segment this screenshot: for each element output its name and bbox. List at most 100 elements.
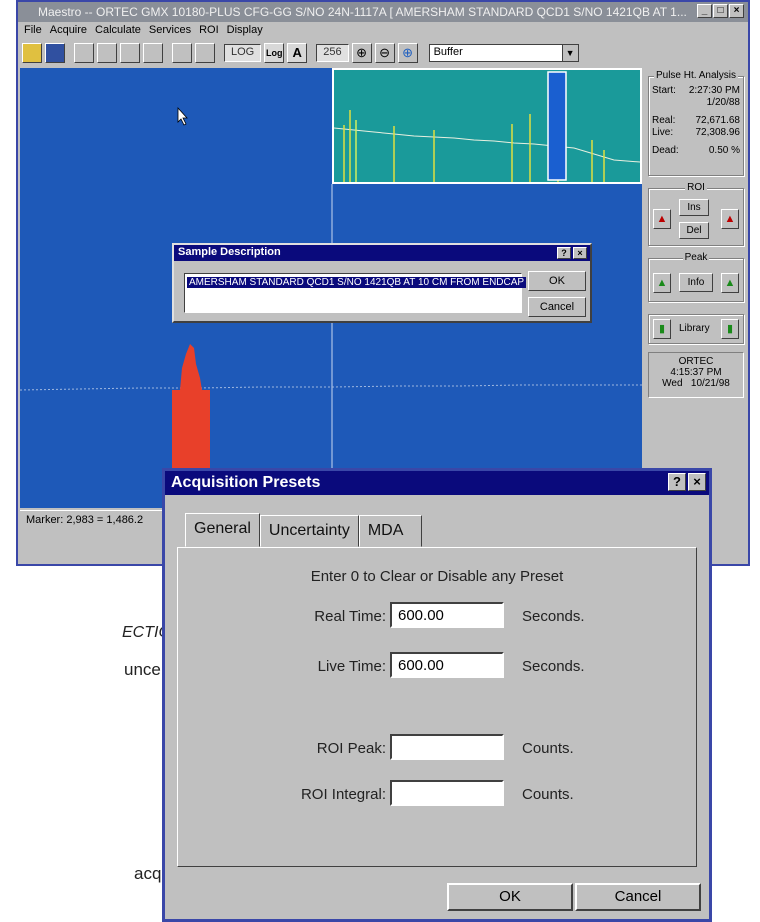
roi-peak-input[interactable]: [390, 734, 504, 760]
acq-dialog-titlebar[interactable]: Acquisition Presets ? ×: [165, 471, 709, 495]
maximize-button[interactable]: □: [713, 4, 728, 18]
start-date: 1/20/88: [706, 97, 740, 108]
sample-description-dialog: Sample Description ? × AMERSHAM STANDARD…: [172, 243, 592, 323]
clear-icon[interactable]: [143, 43, 163, 63]
marker-readout: Marker: 2,983 = 1,486.2: [26, 514, 144, 526]
roi-title: ROI: [685, 182, 707, 193]
copy-icon[interactable]: [74, 43, 94, 63]
roi-del-button[interactable]: Del: [679, 222, 709, 239]
log-button[interactable]: Log: [264, 43, 285, 63]
baseline-trace: [20, 384, 642, 391]
clock-box: ORTEC 4:15:37 PM Wed 10/21/98: [648, 352, 744, 398]
start-label: Start:: [652, 85, 676, 96]
pha-title: Pulse Ht. Analysis: [653, 70, 739, 81]
auto-scale-button[interactable]: A: [287, 43, 308, 63]
help-button[interactable]: ?: [557, 247, 571, 259]
zoom-out-icon[interactable]: ⊖: [374, 43, 395, 63]
pha-group: Pulse Ht. Analysis Start: 2:27:30 PM 1/20…: [648, 70, 744, 176]
dead-value: 0.50 %: [708, 145, 740, 156]
start-time: 2:27:30 PM: [688, 85, 740, 96]
save-icon[interactable]: [45, 43, 65, 63]
sample-dialog-title: Sample Description: [178, 246, 281, 258]
cancel-button[interactable]: Cancel: [528, 297, 586, 317]
sample-description-value: AMERSHAM STANDARD QCD1 S/NO 1421QB AT 10…: [187, 277, 527, 288]
window-titlebar[interactable]: Maestro -- ORTEC GMX 10180-PLUS CFG-GG S…: [18, 2, 748, 22]
overview-plot: [334, 71, 640, 182]
chevron-down-icon[interactable]: ▼: [561, 45, 578, 61]
overview-window[interactable]: [332, 68, 642, 184]
channels-display[interactable]: 256: [316, 44, 349, 62]
peak-next-icon[interactable]: ▲: [721, 273, 739, 293]
acquisition-presets-dialog: Acquisition Presets ? × General Uncertai…: [162, 468, 712, 922]
buffer-select-value: Buffer: [433, 46, 463, 58]
clock-company: ORTEC: [678, 356, 714, 367]
peak-group: Peak ▲ Info ▲: [648, 252, 744, 302]
clock-time: 4:15:37 PM: [670, 367, 722, 378]
close-button[interactable]: ×: [573, 247, 587, 259]
center-icon[interactable]: ⊕: [397, 43, 418, 63]
window-title: Maestro -- ORTEC GMX 10180-PLUS CFG-GG S…: [38, 5, 687, 19]
roi-unmark-icon[interactable]: [195, 43, 215, 63]
minimize-button[interactable]: _: [697, 4, 712, 18]
library-group: ▮ Library ▮: [648, 314, 744, 344]
peak-info-button[interactable]: Info: [679, 273, 713, 292]
live-time-input[interactable]: [390, 652, 504, 678]
roi-integral-unit: Counts.: [522, 786, 574, 803]
real-time-input[interactable]: [390, 602, 504, 628]
live-value: 72,308.96: [695, 127, 741, 138]
menu-file[interactable]: File: [24, 24, 42, 38]
real-label: Real:: [652, 115, 676, 126]
real-time-unit: Seconds.: [522, 608, 585, 625]
buffer-select[interactable]: Buffer ▼: [428, 44, 579, 62]
tab-uncertainty[interactable]: Uncertainty: [259, 515, 359, 547]
clock-date: 10/21/98: [690, 378, 730, 389]
live-time-label: Live Time:: [317, 658, 386, 675]
library-next-icon[interactable]: ▮: [721, 319, 739, 339]
roi-peak-unit: Counts.: [522, 740, 574, 757]
screen: ECTIONS uncertainty acquiring Maestro --…: [0, 0, 760, 922]
acq-dialog-title: Acquisition Presets: [171, 474, 321, 491]
tab-strip: General Uncertainty MDA: [185, 513, 423, 547]
library-label[interactable]: Library: [679, 323, 710, 334]
roi-ins-button[interactable]: Ins: [679, 199, 709, 216]
peak-title: Peak: [682, 252, 710, 263]
overview-trace: [334, 127, 640, 163]
side-panel: Pulse Ht. Analysis Start: 2:27:30 PM 1/20…: [646, 68, 746, 528]
clock-day: Wed: [662, 378, 683, 389]
roi-mark-icon[interactable]: [172, 43, 192, 63]
dead-label: Dead:: [652, 145, 679, 156]
real-value: 72,671.68: [695, 115, 741, 126]
help-button[interactable]: ?: [668, 473, 686, 491]
close-button[interactable]: ×: [688, 473, 706, 491]
library-prev-icon[interactable]: ▮: [653, 319, 671, 339]
roi-integral-input[interactable]: [390, 780, 504, 806]
open-file-icon[interactable]: [22, 43, 42, 63]
log-scale-display[interactable]: LOG: [224, 44, 262, 62]
zoom-in-icon[interactable]: ⊕: [351, 43, 372, 63]
stop-acquire-icon[interactable]: [120, 43, 140, 63]
preset-hint: Enter 0 to Clear or Disable any Preset: [310, 568, 564, 585]
menu-acquire[interactable]: Acquire: [50, 24, 87, 38]
toolbar: LOG Log A 256 ⊕ ⊖ ⊕ Buffer ▼: [18, 40, 748, 66]
roi-group: ROI ▲ Ins Del ▲: [648, 182, 744, 246]
menu-roi[interactable]: ROI: [199, 24, 219, 38]
start-acquire-icon[interactable]: [97, 43, 117, 63]
ok-button[interactable]: OK: [447, 883, 573, 911]
menu-display[interactable]: Display: [227, 24, 263, 38]
tab-general[interactable]: General: [185, 513, 260, 547]
live-time-unit: Seconds.: [522, 658, 585, 675]
menu-calculate[interactable]: Calculate: [95, 24, 141, 38]
ok-button[interactable]: OK: [528, 271, 586, 291]
cancel-button[interactable]: Cancel: [575, 883, 701, 911]
sample-dialog-titlebar[interactable]: Sample Description ? ×: [174, 245, 590, 261]
roi-next-icon[interactable]: ▲: [721, 209, 739, 229]
sample-description-input[interactable]: AMERSHAM STANDARD QCD1 S/NO 1421QB AT 10…: [184, 273, 527, 313]
roi-prev-icon[interactable]: ▲: [653, 209, 671, 229]
menu-services[interactable]: Services: [149, 24, 191, 38]
real-time-label: Real Time:: [314, 608, 386, 625]
peak-prev-icon[interactable]: ▲: [653, 273, 671, 293]
close-button[interactable]: ×: [729, 4, 744, 18]
tab-mda[interactable]: MDA: [358, 515, 423, 547]
live-label: Live:: [652, 127, 674, 138]
cursor-arrow-icon: [177, 106, 188, 126]
